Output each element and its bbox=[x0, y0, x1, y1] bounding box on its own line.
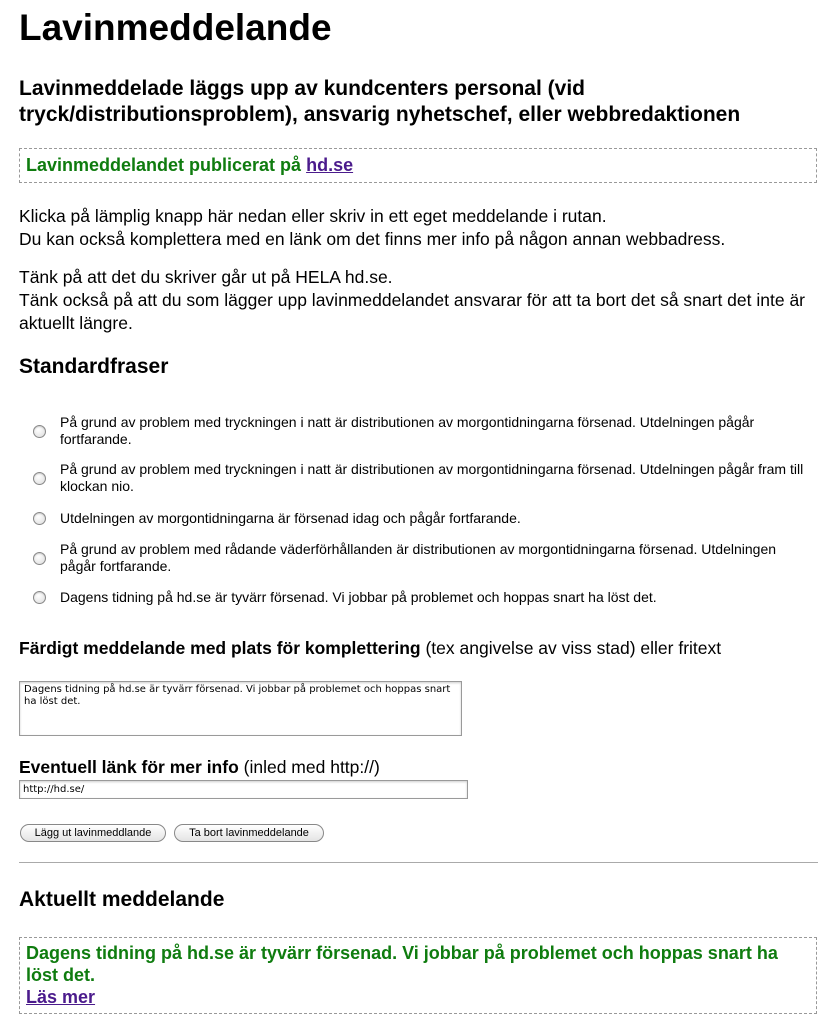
remove-button[interactable]: Ta bort lavinmeddelande bbox=[174, 824, 324, 842]
published-text: Lavinmeddelandet publicerat på bbox=[26, 155, 307, 175]
radio-button[interactable] bbox=[33, 512, 46, 525]
standard-phrase-label: På grund av problem med rådande väderför… bbox=[60, 541, 777, 574]
standard-phrase-label: Utdelningen av morgontidningarna är förs… bbox=[60, 510, 521, 526]
current-message-text: Dagens tidning på hd.se är tyvärr försen… bbox=[26, 943, 778, 985]
link-label-bold: Eventuell länk för mer info bbox=[19, 757, 239, 777]
standard-phrase-option[interactable]: På grund av problem med rådande väderför… bbox=[33, 541, 813, 575]
publish-button[interactable]: Lägg ut lavinmeddlande bbox=[20, 824, 166, 842]
radio-button[interactable] bbox=[33, 551, 46, 565]
message-label-hint: (tex angivelse av viss stad) eller frite… bbox=[420, 638, 722, 658]
read-more-link[interactable]: Läs mer bbox=[26, 987, 95, 1007]
standard-phrase-option[interactable]: På grund av problem med tryckningen i na… bbox=[33, 414, 813, 448]
standard-phrase-option[interactable]: På grund av problem med tryckningen i na… bbox=[33, 461, 813, 495]
link-label: Eventuell länk för mer info (inled med h… bbox=[19, 756, 380, 778]
instruction-line: Klicka på lämplig knapp här nedan eller … bbox=[19, 206, 607, 226]
standard-phrase-label: Dagens tidning på hd.se är tyvärr försen… bbox=[60, 589, 657, 605]
instructions-block: Klicka på lämplig knapp här nedan eller … bbox=[19, 205, 819, 251]
radio-button[interactable] bbox=[33, 591, 46, 604]
warning-block: Tänk på att det du skriver går ut på HEL… bbox=[19, 266, 819, 335]
standard-phrase-label: På grund av problem med tryckningen i na… bbox=[60, 414, 755, 447]
standard-phrase-option[interactable]: Dagens tidning på hd.se är tyvärr försen… bbox=[33, 589, 813, 606]
message-textarea[interactable]: Dagens tidning på hd.se är tyvärr försen… bbox=[19, 681, 462, 736]
divider bbox=[19, 862, 818, 863]
warning-line: Tänk också på att du som lägger upp lavi… bbox=[19, 290, 806, 333]
message-label: Färdigt meddelande med plats för komplet… bbox=[19, 637, 721, 659]
standard-phrase-label: På grund av problem med tryckningen i na… bbox=[60, 461, 804, 494]
standard-phrase-option[interactable]: Utdelningen av morgontidningarna är förs… bbox=[33, 510, 813, 527]
current-message-box: Dagens tidning på hd.se är tyvärr försen… bbox=[19, 937, 817, 1014]
radio-button[interactable] bbox=[33, 471, 46, 485]
link-input[interactable] bbox=[19, 780, 468, 799]
published-link[interactable]: hd.se bbox=[306, 155, 353, 175]
published-notice: Lavinmeddelandet publicerat på hd.se bbox=[19, 148, 817, 183]
page-subtitle: Lavinmeddelade läggs upp av kundcenters … bbox=[19, 77, 741, 126]
current-message-heading: Aktuellt meddelande bbox=[19, 888, 225, 911]
page-title: Lavinmeddelande bbox=[19, 7, 332, 48]
message-label-bold: Färdigt meddelande med plats för komplet… bbox=[19, 638, 421, 658]
radio-button[interactable] bbox=[33, 424, 46, 438]
standard-phrases-heading: Standardfraser bbox=[19, 355, 169, 378]
instruction-line: Du kan också komplettera med en länk om … bbox=[19, 229, 726, 249]
warning-line: Tänk på att det du skriver går ut på HEL… bbox=[19, 267, 393, 287]
link-label-hint: (inled med http://) bbox=[238, 757, 380, 777]
